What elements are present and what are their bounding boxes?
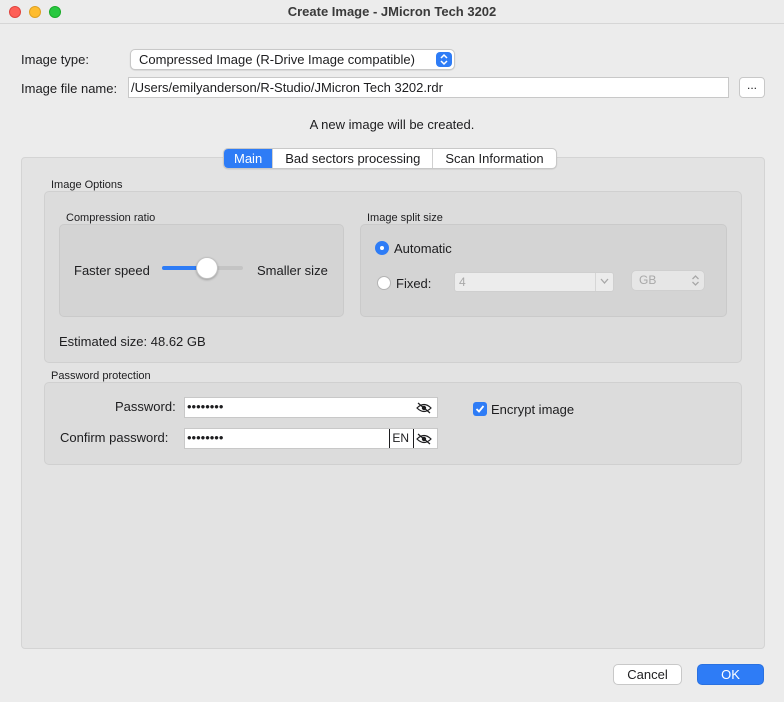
automatic-label: Automatic [394, 241, 452, 256]
updown-chevron-icon [436, 52, 452, 67]
tab-bad-sectors-processing[interactable]: Bad sectors processing [272, 149, 432, 168]
language-separator-right [413, 429, 414, 448]
fixed-size-value: 4 [459, 275, 466, 289]
hide-password-eye-icon[interactable] [416, 433, 432, 445]
image-split-size-title: Image split size [367, 212, 443, 224]
tab-bar: Main Bad sectors processing Scan Informa… [223, 148, 557, 169]
fixed-label: Fixed: [396, 276, 432, 291]
confirm-password-label: Confirm password: [60, 430, 169, 445]
window-title: Create Image - JMicron Tech 3202 [287, 4, 497, 19]
password-protection-group [44, 382, 742, 465]
image-type-select[interactable]: Compressed Image (R-Drive Image compatib… [130, 49, 455, 70]
chevron-down-icon [595, 273, 613, 291]
input-language-indicator: EN [392, 431, 409, 445]
encrypt-image-label: Encrypt image [491, 402, 575, 417]
smaller-size-label: Smaller size [257, 263, 328, 278]
tab-scan-information[interactable]: Scan Information [432, 149, 555, 168]
compression-slider-knob[interactable] [195, 257, 218, 279]
fixed-size-combobox[interactable]: 4 [454, 272, 614, 292]
image-type-label: Image type: [21, 52, 89, 67]
estimated-size-text: Estimated size: 48.62 GB [59, 334, 206, 349]
browse-button[interactable]: ... [739, 77, 765, 98]
password-label: Password: [115, 399, 176, 414]
tab-main[interactable]: Main [224, 149, 273, 168]
compression-ratio-title: Compression ratio [66, 212, 156, 224]
image-file-name-label: Image file name: [21, 81, 118, 96]
cancel-button[interactable]: Cancel [613, 664, 682, 685]
faster-speed-label: Faster speed [74, 263, 150, 278]
info-message: A new image will be created. [309, 117, 475, 132]
title-bar: Create Image - JMicron Tech 3202 [0, 0, 784, 24]
hide-password-eye-icon[interactable] [416, 402, 432, 414]
automatic-radio[interactable] [375, 241, 389, 255]
encrypt-image-checkbox[interactable] [473, 402, 487, 416]
create-image-dialog: Create Image - JMicron Tech 3202 Image t… [0, 0, 784, 702]
password-protection-title: Password protection [51, 370, 151, 382]
confirm-password-value: •••••••• [187, 430, 224, 445]
fixed-radio[interactable] [377, 276, 391, 290]
size-unit-select[interactable]: GB [631, 270, 705, 291]
image-file-name-input[interactable]: /Users/emilyanderson/R-Studio/JMicron Te… [128, 77, 729, 98]
image-type-value: Compressed Image (R-Drive Image compatib… [139, 52, 415, 67]
language-separator [389, 429, 390, 448]
image-options-title: Image Options [51, 179, 123, 191]
password-value: •••••••• [187, 399, 224, 414]
password-input[interactable]: •••••••• [184, 397, 438, 418]
size-unit-value: GB [639, 273, 657, 287]
confirm-password-input[interactable]: •••••••• EN [184, 428, 438, 449]
updown-chevron-icon [692, 275, 699, 286]
ok-button[interactable]: OK [697, 664, 764, 685]
checkmark-icon [475, 405, 485, 413]
